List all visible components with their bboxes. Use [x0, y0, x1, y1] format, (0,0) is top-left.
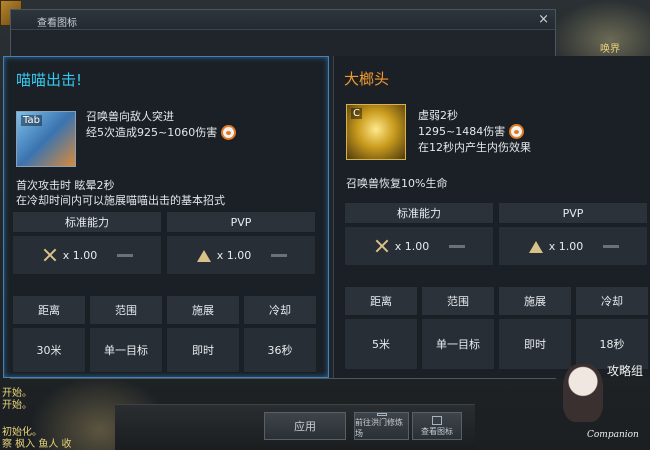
desc-line: 在12秒内产生内伤效果 [418, 141, 531, 154]
dash-icon [117, 253, 134, 257]
view-icons-button[interactable]: 查看图标 [412, 412, 462, 440]
attr-head-cast: 施展 [498, 286, 572, 316]
attr-area: 单一目标 [89, 327, 163, 373]
header-pvp: PVP [498, 202, 648, 224]
pvp-multiplier: x 1.00 [498, 226, 648, 266]
note-line: 在冷却时间内可以施展喵喵出击的基本招式 [16, 194, 225, 207]
character-portrait [563, 364, 603, 422]
calligraphy-text: 攻略组 [607, 364, 644, 378]
multiplier-value: x 1.00 [548, 239, 584, 253]
training-label: 前往洪门修炼场 [355, 418, 403, 438]
desc-line: 召唤兽向敌人突进 [86, 110, 174, 123]
skill-name: 大榔头 [344, 70, 390, 88]
skill-view-window: 查看图标 × 喵喵出击! Tab 召唤兽向敌人突进 经5次造成925~1060伤… [3, 9, 650, 379]
apply-button[interactable]: 应用 [264, 412, 346, 440]
window-titlebar[interactable]: 查看图标 × [11, 10, 555, 30]
key-label: C [351, 108, 362, 119]
dash-icon [449, 244, 466, 248]
paw-icon [509, 123, 525, 139]
dash-icon [271, 253, 288, 257]
attr-head-area: 范围 [89, 295, 163, 325]
header-standard: 标准能力 [344, 202, 494, 224]
apply-label: 应用 [294, 420, 316, 433]
flask-icon [527, 238, 545, 254]
sword-icon [373, 238, 391, 254]
pvp-multiplier: x 1.00 [166, 235, 316, 275]
desc-line: 虚弱2秒 [418, 109, 458, 122]
note-line: 首次攻击时 眩晕2秒 [16, 179, 115, 192]
gate-icon [376, 413, 387, 416]
attr-head-range: 距离 [344, 286, 418, 316]
standard-multiplier: x 1.00 [12, 235, 162, 275]
desc-line: 1295~1484伤害 [418, 125, 506, 138]
skill-icon-hammer: C [346, 104, 406, 160]
standard-multiplier: x 1.00 [344, 226, 494, 266]
skill-name: 喵喵出击! [16, 71, 83, 89]
skill-note: 召唤兽恢复10%生命 [346, 177, 448, 190]
skill-panel-left[interactable]: 喵喵出击! Tab 召唤兽向敌人突进 经5次造成925~1060伤害 首次攻击时… [3, 56, 329, 378]
attr-range: 5米 [344, 318, 418, 370]
desc-line: 经5次造成925~1060伤害 [86, 126, 218, 139]
attr-head-cooldown: 冷却 [243, 295, 317, 325]
attr-head-cast: 施展 [166, 295, 240, 325]
attr-head-area: 范围 [421, 286, 495, 316]
skill-panel-right[interactable]: 大榔头 C 虚弱2秒 1295~1484伤害 在12秒内产生内伤效果 召唤兽恢复… [333, 56, 650, 378]
close-icon[interactable]: × [538, 12, 549, 27]
attr-head-cooldown: 冷却 [575, 286, 649, 316]
dash-icon [603, 244, 620, 248]
skill-icon-cat: Tab [16, 111, 76, 167]
paw-icon [221, 124, 237, 140]
attr-head-range: 距离 [12, 295, 86, 325]
multiplier-value: x 1.00 [216, 248, 252, 262]
header-standard: 标准能力 [12, 211, 162, 233]
training-ground-button[interactable]: 前往洪门修炼场 [354, 412, 409, 440]
side-line: 开始。 [2, 400, 32, 411]
window-title: 查看图标 [37, 18, 77, 29]
flask-icon [195, 247, 213, 263]
multiplier-value: x 1.00 [394, 239, 430, 253]
attr-cast: 即时 [166, 327, 240, 373]
key-label: Tab [21, 115, 42, 126]
multiplier-value: x 1.00 [62, 248, 98, 262]
skill-desc: 虚弱2秒 1295~1484伤害 在12秒内产生内伤效果 [418, 108, 531, 156]
view-icons-label: 查看图标 [421, 426, 453, 436]
attr-area: 单一目标 [421, 318, 495, 370]
brand-text: Companion [587, 430, 639, 440]
top-right-text: 唤界 [600, 44, 620, 55]
header-pvp: PVP [166, 211, 316, 233]
skill-desc: 召唤兽向敌人突进 经5次造成925~1060伤害 [86, 109, 237, 141]
skill-note: 首次攻击时 眩晕2秒 在冷却时间内可以施展喵喵出击的基本招式 [16, 178, 225, 208]
sword-icon [41, 247, 59, 263]
companion-watermark: 攻略组 Companion [555, 360, 650, 450]
side-line: 察 枫入 鱼人 收 [2, 439, 72, 450]
attr-cooldown: 36秒 [243, 327, 317, 373]
attr-range: 30米 [12, 327, 86, 373]
grid-icon [432, 415, 442, 425]
